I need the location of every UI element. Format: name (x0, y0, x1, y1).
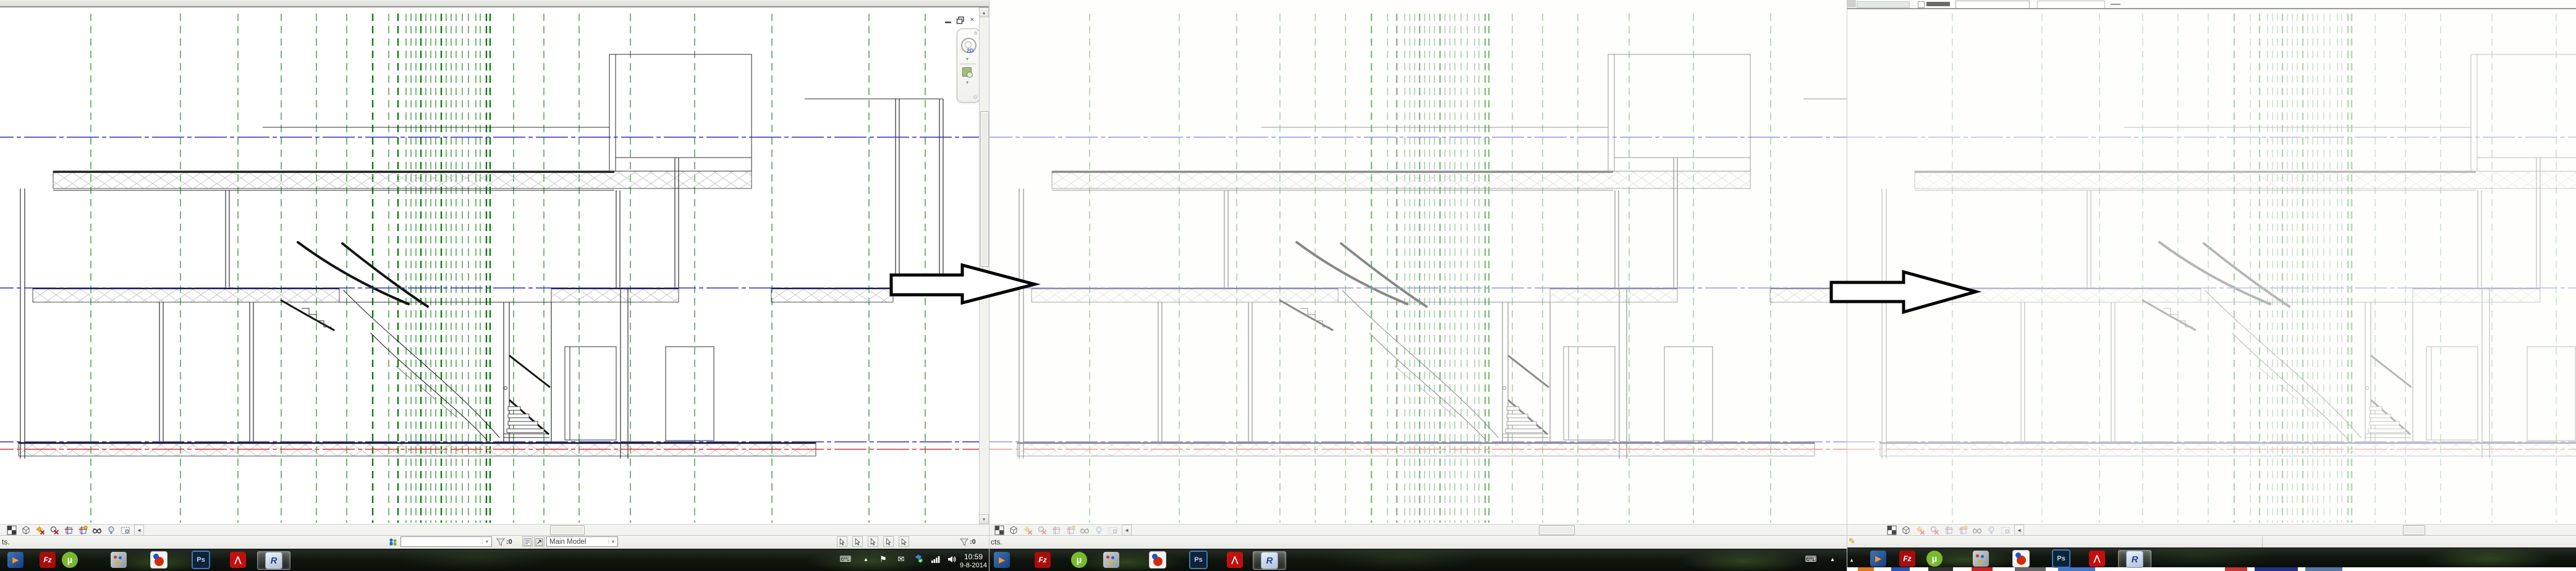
composite-screenshot: × ⊗ 2D ▾ ▾ ⊖ ▴ ▾ ◂ ts. ▾ :0 Main Model ▾… (0, 0, 2576, 571)
arrow-1 (889, 263, 1041, 305)
arrow-2 (1829, 269, 1982, 315)
annotation-arrows (889, 263, 1982, 315)
